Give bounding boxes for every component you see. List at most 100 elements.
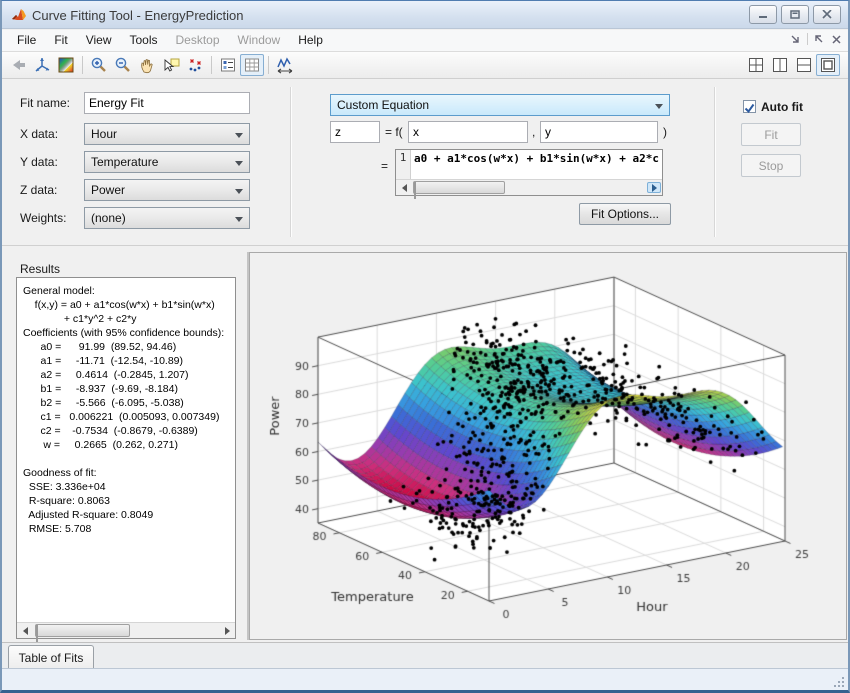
menubar: FileFitViewToolsDesktopWindowHelp: [2, 30, 848, 52]
fit-settings-panel: Fit name: X data: Hour Y data: Temperatu…: [2, 79, 848, 246]
bottom-tab-row: Table of Fits: [2, 642, 848, 668]
menu-item-fit[interactable]: Fit: [45, 30, 76, 50]
dependent-variable-input[interactable]: [330, 121, 380, 143]
menu-item-desktop[interactable]: Desktop: [167, 30, 229, 50]
panel-separator: [714, 87, 716, 237]
x-data-value: Hour: [91, 127, 117, 141]
menu-item-file[interactable]: File: [8, 30, 45, 50]
scroll-left-icon[interactable]: [18, 625, 32, 636]
fit-button[interactable]: Fit: [741, 123, 801, 146]
results-box[interactable]: General model: f(x,y) = a0 + a1*cos(w*x)…: [16, 277, 236, 639]
back-icon[interactable]: [6, 54, 30, 76]
toolbar-separator: [82, 56, 83, 74]
stop-button[interactable]: Stop: [741, 154, 801, 177]
menu-item-help[interactable]: Help: [289, 30, 332, 50]
scroll-right-icon[interactable]: [647, 182, 661, 193]
y-data-label: Y data:: [20, 155, 58, 169]
maximize-button[interactable]: [781, 5, 809, 24]
fit-options-label: Fit Options...: [591, 207, 659, 221]
scroll-right-icon[interactable]: [220, 625, 234, 636]
chevron-down-icon: [235, 133, 243, 138]
fit-type-value: Custom Equation: [337, 98, 429, 112]
zoom-out-icon[interactable]: [111, 54, 135, 76]
fit-name-label: Fit name:: [20, 96, 70, 110]
pan-icon[interactable]: [135, 54, 159, 76]
auto-fit-label: Auto fit: [761, 100, 803, 114]
main-area: Results General model: f(x,y) = a0 + a1*…: [2, 247, 848, 642]
menu-item-window[interactable]: Window: [229, 30, 290, 50]
equation-text[interactable]: a0 + a1*cos(w*x) + b1*sin(w*x) + a2*c: [414, 151, 660, 179]
auto-fit-checkbox[interactable]: [743, 100, 756, 113]
grid-icon[interactable]: [240, 54, 264, 76]
data-cursor-icon[interactable]: [159, 54, 183, 76]
z-data-label: Z data:: [20, 183, 57, 197]
dock-icon[interactable]: [790, 34, 801, 45]
scroll-left-icon[interactable]: [397, 182, 411, 193]
z-data-value: Power: [91, 183, 125, 197]
plot-panel: [249, 252, 847, 640]
layout-columns-icon[interactable]: [768, 54, 792, 76]
exclude-outliers-icon[interactable]: [183, 54, 207, 76]
equation-line-number: 1: [396, 150, 411, 180]
layout-grid-icon[interactable]: [744, 54, 768, 76]
matlab-logo-icon: [11, 7, 27, 23]
toolbar-separator: [268, 56, 269, 74]
results-panel: Results General model: f(x,y) = a0 + a1*…: [7, 252, 249, 640]
table-of-fits-tab[interactable]: Table of Fits: [8, 645, 94, 669]
y-data-select[interactable]: Temperature: [84, 151, 250, 173]
equation-editor[interactable]: 1 a0 + a1*cos(w*x) + b1*sin(w*x) + a2*c: [395, 149, 663, 196]
table-of-fits-label: Table of Fits: [19, 651, 84, 665]
resize-grip[interactable]: [832, 675, 844, 687]
close-button[interactable]: [813, 5, 841, 24]
close-panel-icon[interactable]: [831, 34, 842, 45]
z-data-select[interactable]: Power: [84, 179, 250, 201]
weights-select[interactable]: (none): [84, 207, 250, 229]
check-icon: [744, 103, 755, 114]
independent-y-input[interactable]: [540, 121, 658, 143]
close-icon: [822, 10, 832, 19]
x-data-select[interactable]: Hour: [84, 123, 250, 145]
app-window: Curve Fitting Tool - EnergyPrediction Fi…: [0, 0, 850, 693]
panel-separator: [290, 87, 292, 237]
adjust-axes-limits-icon[interactable]: [273, 54, 297, 76]
results-title: Results: [20, 262, 60, 276]
menu-separator: [807, 33, 808, 45]
menu-item-tools[interactable]: Tools: [120, 30, 166, 50]
fit-name-input[interactable]: [84, 92, 250, 114]
equals-label: =: [381, 159, 388, 173]
fit-type-select[interactable]: Custom Equation: [330, 94, 670, 116]
legend-icon[interactable]: [216, 54, 240, 76]
layout-rows-icon[interactable]: [792, 54, 816, 76]
comma-label: ,: [532, 125, 535, 139]
titlebar[interactable]: Curve Fitting Tool - EnergyPrediction: [2, 1, 848, 29]
scrollbar-thumb[interactable]: [35, 624, 130, 637]
chevron-down-icon: [235, 217, 243, 222]
weights-label: Weights:: [20, 211, 66, 225]
f-open-label: = f(: [385, 125, 403, 139]
chevron-down-icon: [655, 104, 663, 109]
minimize-button[interactable]: [749, 5, 777, 24]
chevron-down-icon: [235, 189, 243, 194]
chevron-down-icon: [235, 161, 243, 166]
colormap-icon[interactable]: [54, 54, 78, 76]
equation-hscrollbar[interactable]: [396, 179, 662, 195]
maximize-icon: [790, 10, 800, 19]
rotate-3d-icon[interactable]: [30, 54, 54, 76]
results-hscrollbar[interactable]: [17, 622, 235, 638]
surface-plot-canvas[interactable]: [255, 253, 839, 637]
undock-icon[interactable]: [814, 34, 825, 45]
scrollbar-thumb[interactable]: [413, 181, 505, 194]
independent-x-input[interactable]: [408, 121, 528, 143]
stop-button-label: Stop: [759, 159, 784, 173]
minimize-icon: [758, 10, 768, 19]
fit-options-button[interactable]: Fit Options...: [579, 203, 671, 225]
toolbar-separator: [211, 56, 212, 74]
statusbar: [2, 668, 848, 691]
zoom-in-icon[interactable]: [87, 54, 111, 76]
weights-value: (none): [91, 211, 126, 225]
menu-item-view[interactable]: View: [77, 30, 121, 50]
fit-button-label: Fit: [764, 128, 777, 142]
results-text: General model: f(x,y) = a0 + a1*cos(w*x)…: [23, 284, 231, 614]
layout-single-icon[interactable]: [816, 54, 840, 76]
menubar-items: FileFitViewToolsDesktopWindowHelp: [8, 30, 332, 50]
